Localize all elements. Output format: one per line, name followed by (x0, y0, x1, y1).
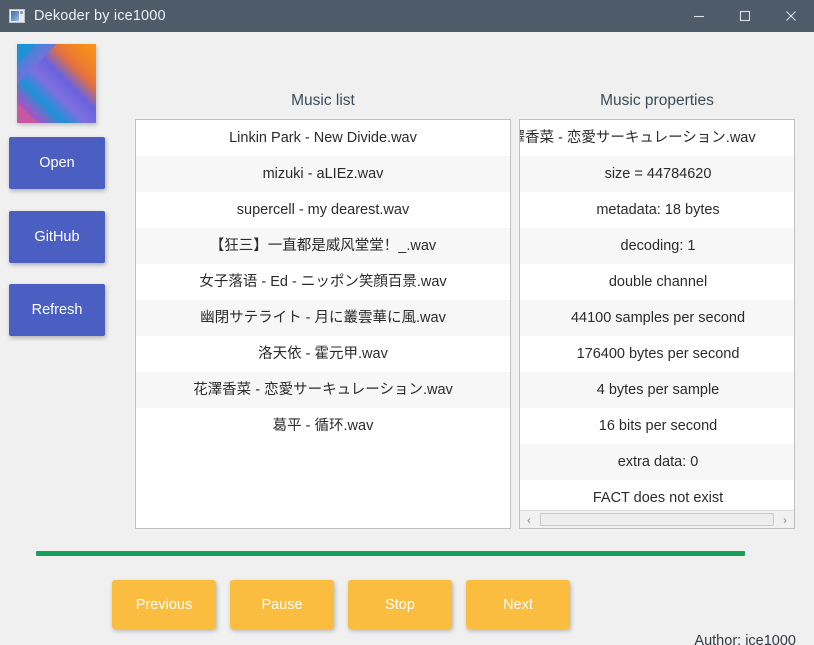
github-button[interactable]: GitHub (9, 211, 105, 263)
list-item[interactable]: 花澤香菜 - 恋愛サーキュレーション.wav (136, 372, 510, 408)
minimize-button[interactable] (676, 0, 722, 32)
window-controls (676, 0, 814, 32)
list-item[interactable]: 4 bytes per sample (520, 372, 794, 408)
playback-progress-bar[interactable] (36, 551, 745, 556)
title-bar: Dekoder by ice1000 (0, 0, 814, 32)
list-item[interactable]: Linkin Park - New Divide.wav (136, 120, 510, 156)
music-list-rows: Linkin Park - New Divide.wav mizuki - aLI… (136, 120, 510, 444)
next-button[interactable]: Next (466, 580, 570, 629)
author-label: Author: ice1000 (694, 633, 796, 645)
list-item[interactable]: 176400 bytes per second (520, 336, 794, 372)
list-item[interactable]: FACT does not exist (520, 480, 794, 510)
scrollbar-track[interactable] (538, 511, 776, 528)
window-title: Dekoder by ice1000 (34, 8, 166, 24)
list-item[interactable]: 花澤香菜 - 恋愛サーキュレーション.wav (520, 120, 794, 156)
close-button[interactable] (768, 0, 814, 32)
list-item[interactable]: 幽閉サテライト - 月に叢雲華に風.wav (136, 300, 510, 336)
refresh-button[interactable]: Refresh (9, 284, 105, 336)
previous-button[interactable]: Previous (112, 580, 216, 629)
list-item[interactable]: 【狂三】一直都是威风堂堂！_.wav (136, 228, 510, 264)
app-window-icon (9, 9, 25, 23)
list-item[interactable]: decoding: 1 (520, 228, 794, 264)
scroll-left-arrow-icon[interactable]: ‹ (520, 511, 538, 528)
music-properties-rows: 花澤香菜 - 恋愛サーキュレーション.wav size = 44784620 met… (520, 120, 794, 510)
list-item[interactable]: double channel (520, 264, 794, 300)
scroll-right-arrow-icon[interactable]: › (776, 511, 794, 528)
scrollbar-thumb[interactable] (540, 513, 774, 526)
horizontal-scrollbar[interactable]: ‹ › (520, 510, 794, 528)
list-item[interactable]: supercell - my dearest.wav (136, 192, 510, 228)
kotlin-logo (17, 44, 96, 123)
list-item[interactable]: 女子落语 - Ed - ニッポン笑顔百景.wav (136, 264, 510, 300)
list-item[interactable]: 葛平 - 循环.wav (136, 408, 510, 444)
list-item[interactable]: metadata: 18 bytes (520, 192, 794, 228)
open-button[interactable]: Open (9, 137, 105, 189)
main-content: Open GitHub Refresh Music list Linkin Pa… (0, 32, 814, 645)
stop-button[interactable]: Stop (348, 580, 452, 629)
maximize-button[interactable] (722, 0, 768, 32)
music-properties-list[interactable]: 花澤香菜 - 恋愛サーキュレーション.wav size = 44784620 met… (519, 119, 795, 529)
list-item[interactable]: size = 44784620 (520, 156, 794, 192)
list-item[interactable]: 44100 samples per second (520, 300, 794, 336)
pause-button[interactable]: Pause (230, 580, 334, 629)
music-properties-viewport: 花澤香菜 - 恋愛サーキュレーション.wav size = 44784620 met… (520, 120, 794, 510)
music-properties-title: Music properties (600, 92, 714, 109)
list-item[interactable]: extra data: 0 (520, 444, 794, 480)
list-item[interactable]: mizuki - aLIEz.wav (136, 156, 510, 192)
list-item[interactable]: 洛天依 - 霍元甲.wav (136, 336, 510, 372)
list-item[interactable]: 16 bits per second (520, 408, 794, 444)
music-list[interactable]: Linkin Park - New Divide.wav mizuki - aLI… (135, 119, 511, 529)
music-list-title: Music list (291, 92, 355, 109)
